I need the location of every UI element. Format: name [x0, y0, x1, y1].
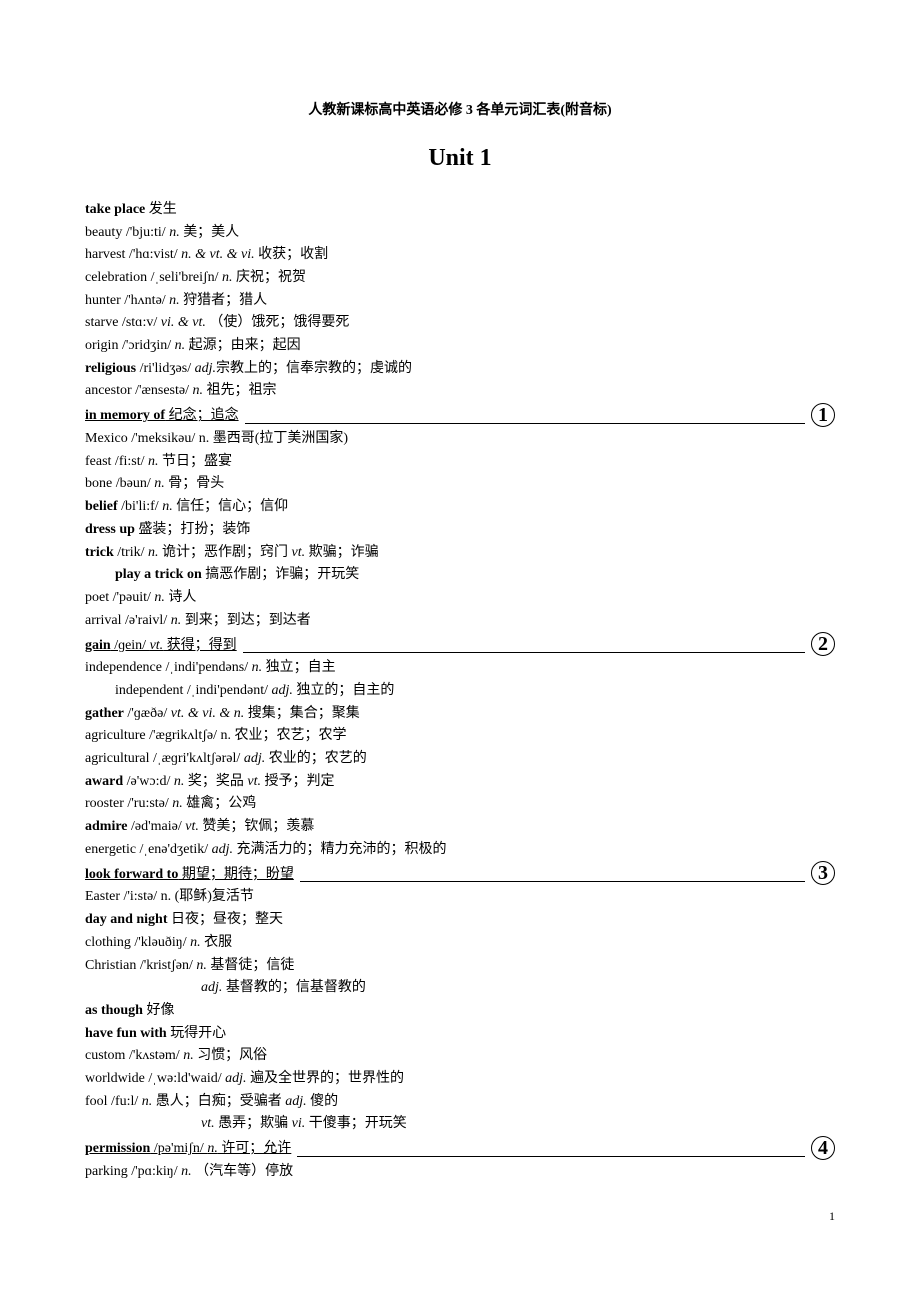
section-separator: gain /ɡein/ vt. 获得；得到 2 — [85, 632, 835, 656]
vocab-entry: admire /əd'maiə/ vt. 赞美；钦佩；羡慕 — [85, 816, 835, 838]
vocab-entry: beauty /'bju:ti/ n. 美；美人 — [85, 222, 835, 244]
vocab-entry: energetic /ˌenə'dʒetik/ adj. 充满活力的；精力充沛的… — [85, 839, 835, 861]
vocab-entry: belief /bi'li:f/ n. 信任；信心；信仰 — [85, 496, 835, 518]
document-title: 人教新课标高中英语必修 3 各单元词汇表(附音标) — [85, 100, 835, 122]
vocab-entry: hunter /'hʌntə/ n. 狩猎者；猎人 — [85, 290, 835, 312]
separator-rule — [243, 652, 805, 653]
vocab-entry: as though 好像 — [85, 1000, 835, 1022]
separator-number: 1 — [811, 403, 835, 427]
vocab-entry: bone /bəun/ n. 骨；骨头 — [85, 473, 835, 495]
vocab-entry: ancestor /'ænsestə/ n. 祖先；祖宗 — [85, 380, 835, 402]
vocab-entry: play a trick on 搞恶作剧；诈骗；开玩笑 — [85, 564, 835, 586]
vocab-entry: independent /ˌindi'pendənt/ adj. 独立的；自主的 — [85, 680, 835, 702]
separator-text: gain /ɡein/ vt. 获得；得到 — [85, 635, 237, 657]
vocab-entry: fool /fu:l/ n. 愚人；白痴；受骗者 adj. 傻的 — [85, 1091, 835, 1113]
vocab-entry: day and night 日夜；昼夜；整天 — [85, 909, 835, 931]
vocab-entry: clothing /'kləuðiŋ/ n. 衣服 — [85, 932, 835, 954]
section-separator: look forward to 期望；期待；盼望 3 — [85, 861, 835, 885]
vocab-entry: vt. 愚弄；欺骗 vi. 干傻事；开玩笑 — [85, 1113, 835, 1135]
vocab-entry: religious /ri'lidʒəs/ adj.宗教上的；信奉宗教的；虔诚的 — [85, 358, 835, 380]
separator-text: in memory of 纪念；追念 — [85, 405, 239, 427]
vocab-entry: dress up 盛装；打扮；装饰 — [85, 519, 835, 541]
separator-number: 4 — [811, 1136, 835, 1160]
vocab-entry: Easter /'i:stə/ n. (耶稣)复活节 — [85, 886, 835, 908]
vocab-entry: celebration /ˌseli'breiʃn/ n. 庆祝；祝贺 — [85, 267, 835, 289]
unit-title: Unit 1 — [85, 140, 835, 177]
vocab-entry: independence /ˌindi'pendəns/ n. 独立；自主 — [85, 657, 835, 679]
vocab-entry: agriculture /'ægrikʌltʃə/ n. 农业；农艺；农学 — [85, 725, 835, 747]
vocab-entry: arrival /ə'raivl/ n. 到来；到达；到达者 — [85, 610, 835, 632]
vocab-entry: poet /'pəuit/ n. 诗人 — [85, 587, 835, 609]
vocab-entry: starve /stɑ:v/ vi. & vt. （使）饿死；饿得要死 — [85, 312, 835, 334]
separator-rule — [300, 881, 805, 882]
separator-text: permission /pə'miʃn/ n. 许可；允许 — [85, 1138, 291, 1160]
vocab-entry: trick /trik/ n. 诡计；恶作剧；窍门 vt. 欺骗；诈骗 — [85, 542, 835, 564]
vocab-entry: origin /'ɔridʒin/ n. 起源；由来；起因 — [85, 335, 835, 357]
section-separator: in memory of 纪念；追念 1 — [85, 403, 835, 427]
vocab-entry: agricultural /ˌæɡri'kʌltʃərəl/ adj. 农业的；… — [85, 748, 835, 770]
vocab-entry: gather /'ɡæðə/ vt. & vi. & n. 搜集；集合；聚集 — [85, 703, 835, 725]
separator-rule — [245, 423, 805, 424]
vocab-entry: worldwide /ˌwə:ld'waid/ adj. 遍及全世界的；世界性的 — [85, 1068, 835, 1090]
separator-number: 3 — [811, 861, 835, 885]
vocab-entry: feast /fi:st/ n. 节日；盛宴 — [85, 451, 835, 473]
vocab-entry: have fun with 玩得开心 — [85, 1023, 835, 1045]
vocab-entry: rooster /'ru:stə/ n. 雄禽；公鸡 — [85, 793, 835, 815]
page-number: 1 — [85, 1207, 835, 1226]
vocab-entry: adj. 基督教的；信基督教的 — [85, 977, 835, 999]
vocab-entry: take place 发生 — [85, 199, 835, 221]
vocab-entry: Mexico /'meksikəu/ n. 墨西哥(拉丁美洲国家) — [85, 428, 835, 450]
separator-rule — [297, 1156, 805, 1157]
vocab-entry: custom /'kʌstəm/ n. 习惯；风俗 — [85, 1045, 835, 1067]
separator-number: 2 — [811, 632, 835, 656]
vocab-entry: harvest /'hɑ:vist/ n. & vt. & vi. 收获；收割 — [85, 244, 835, 266]
section-separator: permission /pə'miʃn/ n. 许可；允许 4 — [85, 1136, 835, 1160]
separator-text: look forward to 期望；期待；盼望 — [85, 864, 294, 886]
vocab-entry: award /ə'wɔ:d/ n. 奖；奖品 vt. 授予；判定 — [85, 771, 835, 793]
vocab-entry: Christian /'kristʃən/ n. 基督徒；信徒 — [85, 955, 835, 977]
vocabulary-list: take place 发生beauty /'bju:ti/ n. 美；美人har… — [85, 199, 835, 1183]
vocab-entry: parking /'pɑ:kiŋ/ n. （汽车等）停放 — [85, 1161, 835, 1183]
